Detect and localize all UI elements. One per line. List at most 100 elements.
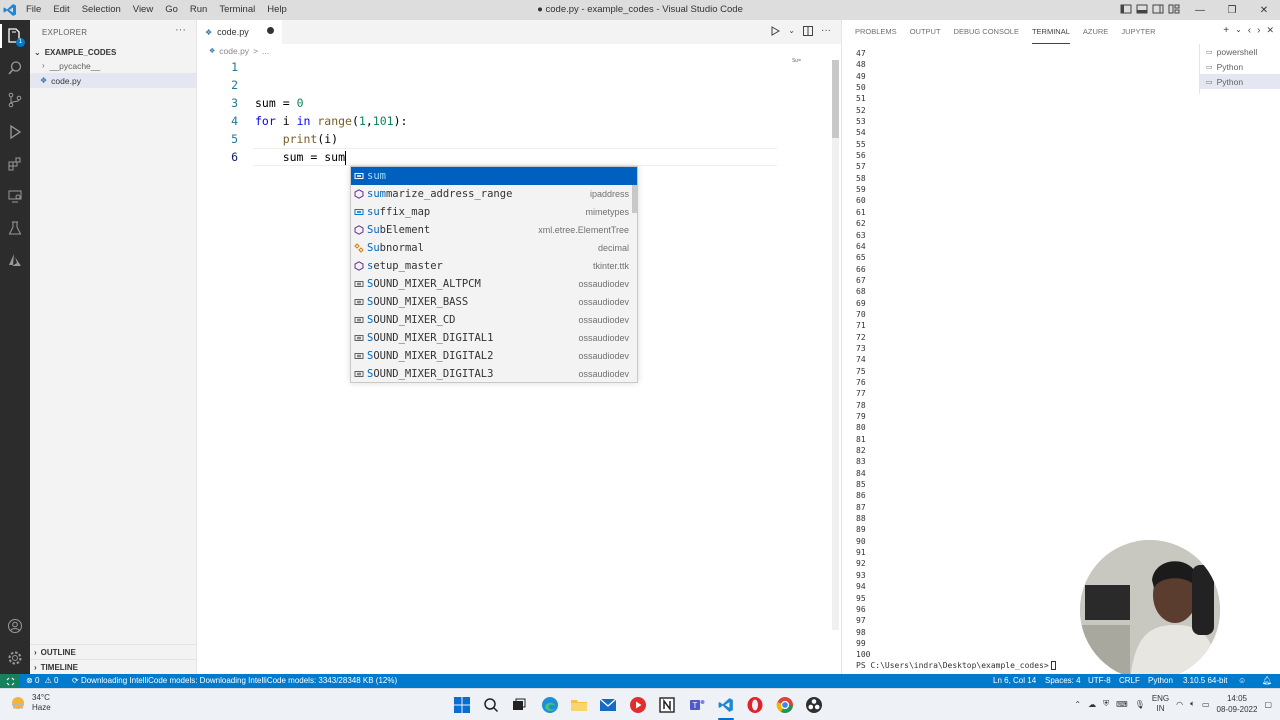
toggle-secondary-sidebar-icon[interactable] bbox=[1152, 3, 1164, 15]
tab-output[interactable]: OUTPUT bbox=[910, 20, 941, 44]
security-icon[interactable]: ⛨ bbox=[1103, 699, 1109, 709]
problems-status[interactable]: ⊗ 0 ⚠ 0 bbox=[26, 674, 58, 688]
edge-browser-icon[interactable] bbox=[540, 695, 560, 715]
line-ending[interactable]: CRLF bbox=[1119, 674, 1140, 688]
tab-azure[interactable]: AZURE bbox=[1083, 20, 1108, 44]
task-view-icon[interactable] bbox=[509, 695, 529, 715]
timeline-section[interactable]: › TIMELINE bbox=[30, 659, 196, 674]
run-debug-icon[interactable] bbox=[5, 122, 25, 142]
chevron-down-icon[interactable]: ⌄ bbox=[1235, 25, 1242, 36]
suggestion-item[interactable]: SOUND_MIXER_ALTPCM ossaudiodev bbox=[351, 275, 637, 293]
menu-terminal[interactable]: Terminal bbox=[213, 0, 261, 20]
customize-layout-icon[interactable] bbox=[1168, 3, 1180, 15]
tree-item-pycache[interactable]: › __pycache__ bbox=[30, 58, 196, 73]
unsaved-dot-icon[interactable] bbox=[267, 27, 274, 34]
menu-view[interactable]: View bbox=[127, 0, 159, 20]
microphone-icon[interactable]: 🎙︎ bbox=[1135, 700, 1145, 709]
terminal-prompt[interactable]: PS C:\Users\indra\Desktop\example_codes> bbox=[856, 661, 1056, 670]
remote-indicator-icon[interactable] bbox=[0, 674, 20, 688]
run-file-icon[interactable] bbox=[770, 25, 781, 36]
weather-widget[interactable]: 34°C Haze bbox=[10, 693, 51, 713]
suggestion-item[interactable]: SOUND_MIXER_DIGITAL2 ossaudiodev bbox=[351, 347, 637, 365]
account-icon[interactable] bbox=[5, 616, 25, 636]
wifi-icon[interactable]: ◠ bbox=[1176, 700, 1183, 709]
terminal-item-python[interactable]: ▭ Python bbox=[1200, 59, 1280, 74]
menu-edit[interactable]: Edit bbox=[47, 0, 75, 20]
manage-gear-icon[interactable] bbox=[5, 648, 25, 668]
vscode-taskbar-icon[interactable] bbox=[716, 695, 736, 715]
suggestion-item[interactable]: sum bbox=[351, 167, 637, 185]
chevron-left-icon[interactable]: ‹ bbox=[1248, 25, 1251, 36]
indentation[interactable]: Spaces: 4 bbox=[1045, 674, 1081, 688]
tab-problems[interactable]: PROBLEMS bbox=[855, 20, 897, 44]
scrollbar-thumb[interactable] bbox=[832, 60, 839, 138]
toggle-panel-icon[interactable] bbox=[1136, 3, 1148, 15]
teams-icon[interactable]: T bbox=[687, 695, 707, 715]
suggestion-item[interactable]: setup_master tkinter.ttk bbox=[351, 257, 637, 275]
notifications-icon[interactable]: 🔔︎ bbox=[1262, 674, 1272, 688]
battery-icon[interactable]: ▭ bbox=[1202, 700, 1210, 709]
start-menu-icon[interactable] bbox=[452, 695, 472, 715]
menu-selection[interactable]: Selection bbox=[76, 0, 127, 20]
close-panel-icon[interactable]: ✕ bbox=[1266, 25, 1274, 36]
obs-studio-icon[interactable] bbox=[804, 695, 824, 715]
code-line[interactable]: 2 bbox=[197, 76, 797, 94]
chevron-down-icon[interactable]: ⌄ bbox=[788, 26, 795, 35]
show-hidden-icons-icon[interactable]: ⌃ bbox=[1074, 700, 1081, 709]
maximize-icon[interactable]: ❐ bbox=[1216, 0, 1248, 20]
outline-section[interactable]: › OUTLINE bbox=[30, 644, 196, 659]
onedrive-icon[interactable]: ☁ bbox=[1088, 700, 1096, 709]
azure-icon[interactable] bbox=[5, 250, 25, 270]
opera-icon[interactable] bbox=[745, 695, 765, 715]
breadcrumb-file[interactable]: code.py bbox=[219, 46, 249, 56]
testing-icon[interactable] bbox=[5, 218, 25, 238]
suggestion-item[interactable]: SOUND_MIXER_BASS ossaudiodev bbox=[351, 293, 637, 311]
code-line[interactable]: 4 for i in range(1,101): bbox=[197, 112, 797, 130]
menu-go[interactable]: Go bbox=[159, 0, 184, 20]
suggestion-item[interactable]: SOUND_MIXER_CD ossaudiodev bbox=[351, 311, 637, 329]
python-interpreter[interactable]: 3.10.5 64-bit bbox=[1183, 674, 1227, 688]
suggestion-item[interactable]: summarize_address_range ipaddress bbox=[351, 185, 637, 203]
terminal-item-python-active[interactable]: ▭ Python bbox=[1200, 74, 1280, 89]
code-line[interactable]: 1 bbox=[197, 58, 797, 76]
toggle-sidebar-icon[interactable] bbox=[1120, 3, 1132, 15]
new-terminal-icon[interactable]: + bbox=[1223, 25, 1229, 36]
cursor-position[interactable]: Ln 6, Col 14 bbox=[993, 674, 1036, 688]
more-actions-icon[interactable]: ··· bbox=[175, 24, 186, 36]
language-mode[interactable]: Python bbox=[1148, 674, 1173, 688]
encoding[interactable]: UTF-8 bbox=[1088, 674, 1111, 688]
extensions-icon[interactable] bbox=[5, 154, 25, 174]
suggestion-item[interactable]: Subnormal decimal bbox=[351, 239, 637, 257]
close-window-icon[interactable]: ✕ bbox=[1248, 0, 1280, 20]
suggestion-item[interactable]: SOUND_MIXER_DIGITAL1 ossaudiodev bbox=[351, 329, 637, 347]
clock[interactable]: 14:05 08-09-2022 bbox=[1217, 693, 1258, 715]
tab-code-py[interactable]: ❖ code.py bbox=[197, 20, 282, 44]
minimize-icon[interactable]: — bbox=[1184, 0, 1216, 20]
tab-jupyter[interactable]: JUPYTER bbox=[1121, 20, 1155, 44]
tree-item-code-py[interactable]: ❖ code.py bbox=[30, 73, 196, 88]
suggestion-item[interactable]: SubElement xml.etree.ElementTree bbox=[351, 221, 637, 239]
editor-scrollbar[interactable] bbox=[832, 60, 839, 630]
code-line[interactable]: 5 print(i) bbox=[197, 130, 797, 148]
menu-help[interactable]: Help bbox=[261, 0, 293, 20]
file-explorer-icon[interactable] bbox=[569, 695, 589, 715]
mail-icon[interactable] bbox=[598, 695, 618, 715]
menu-file[interactable]: File bbox=[20, 0, 47, 20]
taskbar-search-icon[interactable] bbox=[481, 695, 501, 715]
notification-center-icon[interactable]: ▢ bbox=[1264, 700, 1272, 709]
split-editor-icon[interactable] bbox=[803, 25, 813, 36]
youtube-app-icon[interactable] bbox=[628, 695, 648, 715]
code-line[interactable]: 3 sum = 0 bbox=[197, 94, 797, 112]
more-actions-icon[interactable]: ··· bbox=[821, 25, 831, 36]
tab-debug-console[interactable]: DEBUG CONSOLE bbox=[954, 20, 1019, 44]
intellicode-status[interactable]: ⟳ Downloading IntelliCode models: Downlo… bbox=[72, 674, 397, 688]
keyboard-icon[interactable]: ⌨ bbox=[1116, 700, 1128, 709]
chevron-right-icon[interactable]: › bbox=[1257, 25, 1260, 36]
suggestion-scrollbar[interactable] bbox=[632, 185, 637, 213]
terminal-item-powershell[interactable]: ▭ powershell bbox=[1200, 44, 1280, 59]
search-icon[interactable] bbox=[5, 58, 25, 78]
language-indicator[interactable]: ENG IN bbox=[1152, 694, 1169, 714]
breadcrumb-symbol[interactable]: ... bbox=[262, 46, 269, 56]
feedback-icon[interactable]: ☺ bbox=[1238, 674, 1246, 688]
suggestion-item[interactable]: SOUND_MIXER_DIGITAL3 ossaudiodev bbox=[351, 365, 637, 382]
